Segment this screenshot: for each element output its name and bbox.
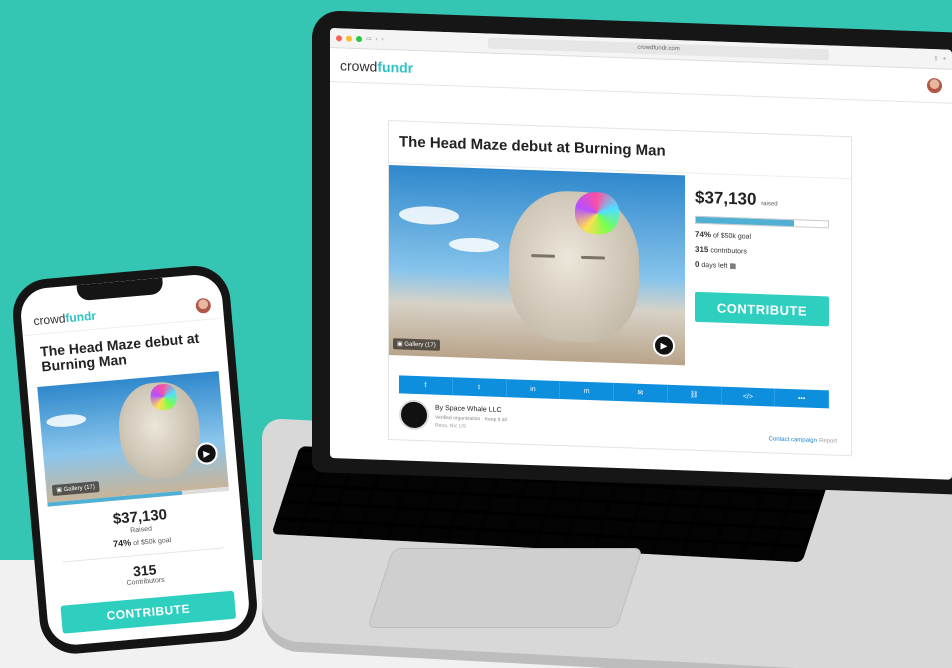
email-icon[interactable]: ✉ bbox=[614, 382, 668, 403]
sculpture-gem bbox=[575, 191, 619, 236]
cloud-shape bbox=[449, 237, 499, 253]
campaign-hero-image[interactable]: ▣ Gallery (17) ▶ bbox=[389, 165, 685, 366]
verified-badge: Verified organization · Keep it all bbox=[435, 414, 507, 424]
facebook-icon[interactable]: f bbox=[399, 375, 453, 396]
cloud-shape bbox=[399, 205, 459, 226]
organizer-logo[interactable] bbox=[399, 399, 429, 431]
organizer-location: Reno, NV, US bbox=[435, 422, 466, 430]
mobile-gallery-badge[interactable]: ▣ Gallery (17) bbox=[51, 481, 100, 497]
days-left-stat: 0 days left ▦ bbox=[695, 259, 737, 271]
contribute-button[interactable]: CONTRIBUTE bbox=[695, 291, 829, 327]
site-logo[interactable]: crowdfundr bbox=[340, 57, 413, 76]
phone-device: crowdfundr The Head Maze debut at Burnin… bbox=[10, 263, 260, 657]
contributors-stat: 315 contributors bbox=[695, 244, 747, 256]
twitter-icon[interactable]: t bbox=[452, 377, 507, 398]
organizer-row: By Space Whale LLC Verified organization… bbox=[399, 399, 839, 454]
cloud-shape bbox=[45, 412, 87, 429]
mobile-user-avatar[interactable] bbox=[195, 297, 212, 314]
sidebar-toggle-icon[interactable]: ▭ bbox=[366, 35, 372, 42]
sculpture-head bbox=[509, 189, 639, 344]
laptop-screen: ▭ ‹ › crowdfundr.com ⇪ + crowdfundr The … bbox=[330, 28, 952, 480]
share-page-icon[interactable]: ⇪ bbox=[933, 55, 938, 62]
mobile-play-video-icon[interactable]: ▶ bbox=[194, 441, 219, 466]
phone-screen: crowdfundr The Head Maze debut at Burnin… bbox=[18, 272, 252, 647]
maximize-window-icon[interactable] bbox=[356, 35, 362, 42]
organizer-name[interactable]: By Space Whale LLC bbox=[435, 405, 502, 414]
messenger-icon[interactable]: m bbox=[560, 381, 614, 401]
contact-campaign-link[interactable]: Contact campaign bbox=[769, 436, 817, 444]
gallery-badge[interactable]: ▣ Gallery (17) bbox=[393, 338, 440, 351]
calendar-icon[interactable]: ▦ bbox=[729, 263, 736, 270]
campaign-stats: $37,130 raised 74% of $50k goal 315 cont… bbox=[695, 188, 845, 274]
link-icon[interactable]: ⛓ bbox=[667, 384, 722, 405]
laptop-trackpad bbox=[367, 548, 643, 628]
progress-bar bbox=[695, 215, 829, 229]
user-avatar[interactable] bbox=[927, 77, 942, 94]
linkedin-icon[interactable]: in bbox=[506, 379, 561, 400]
sculpture-eye bbox=[531, 254, 555, 258]
progress-fill bbox=[696, 216, 794, 227]
play-video-icon[interactable]: ▶ bbox=[653, 334, 675, 358]
goal-stat: 74% of $50k goal bbox=[695, 229, 752, 241]
campaign-card: The Head Maze debut at Burning Man ▣ Gal… bbox=[388, 120, 852, 457]
new-tab-icon[interactable]: + bbox=[942, 56, 946, 62]
embed-icon[interactable]: </> bbox=[721, 386, 776, 407]
amount-value: $37,130 bbox=[695, 187, 757, 209]
report-link[interactable]: Report bbox=[819, 438, 837, 445]
back-icon[interactable]: ‹ bbox=[376, 36, 378, 42]
mobile-campaign-title: The Head Maze debut at Burning Man bbox=[39, 329, 200, 375]
mobile-site-logo[interactable]: crowdfundr bbox=[33, 308, 97, 327]
sculpture-eye bbox=[581, 255, 605, 260]
mobile-contribute-button[interactable]: CONTRIBUTE bbox=[60, 590, 237, 634]
close-window-icon[interactable] bbox=[336, 34, 342, 41]
amount-raised: $37,130 raised bbox=[695, 188, 845, 213]
minimize-window-icon[interactable] bbox=[346, 35, 352, 42]
forward-icon[interactable]: › bbox=[382, 36, 384, 42]
more-icon[interactable]: ••• bbox=[775, 388, 829, 409]
mobile-hero-image[interactable]: ▶ ▣ Gallery (17) bbox=[37, 371, 229, 503]
raised-label: raised bbox=[761, 201, 778, 208]
